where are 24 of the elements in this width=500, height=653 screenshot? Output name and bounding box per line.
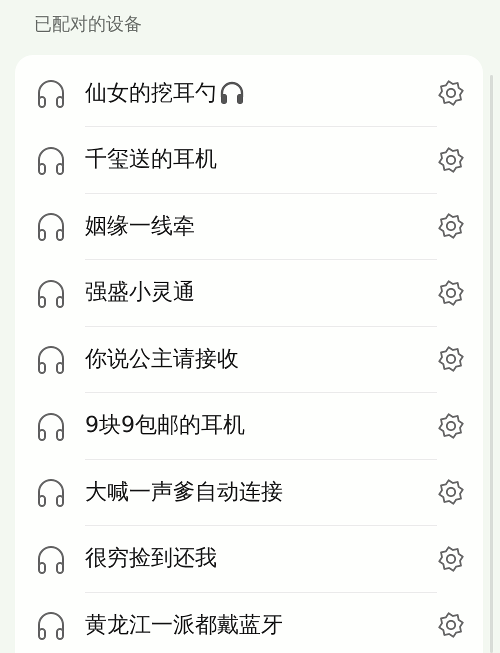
device-name[interactable]: 强盛小灵通 — [85, 277, 195, 308]
device-name[interactable]: 黄龙江一派都戴蓝牙 — [85, 610, 283, 640]
headphones-icon — [35, 77, 67, 110]
device-name[interactable]: 很穷捡到还我 — [85, 543, 217, 574]
section-title: 已配对的设备 — [34, 13, 143, 37]
settings-icon[interactable] — [437, 212, 465, 240]
headphones-icon — [35, 609, 67, 642]
settings-icon[interactable] — [437, 79, 465, 108]
headphones-icon — [35, 210, 67, 242]
settings-icon[interactable] — [437, 412, 465, 440]
settings-icon[interactable] — [437, 345, 465, 374]
device-name[interactable]: 大喊一声爹自动连接 — [85, 476, 283, 507]
device-name[interactable]: 姻缘一线牵 — [85, 210, 195, 241]
settings-icon[interactable] — [437, 544, 465, 573]
device-name[interactable]: 你说公主请接收 — [85, 344, 239, 374]
settings-icon[interactable] — [437, 146, 465, 174]
settings-icon[interactable] — [437, 611, 465, 640]
settings-icon[interactable] — [437, 478, 465, 506]
device-name[interactable]: 9块9包邮的耳机 — [85, 410, 245, 440]
settings-icon[interactable] — [437, 278, 465, 307]
device-name[interactable]: 仙女的挖耳勺 — [85, 78, 217, 108]
headphones-icon — [35, 476, 67, 508]
device-name[interactable]: 千玺送的耳机 — [85, 144, 217, 174]
headphones-icon — [35, 343, 67, 376]
